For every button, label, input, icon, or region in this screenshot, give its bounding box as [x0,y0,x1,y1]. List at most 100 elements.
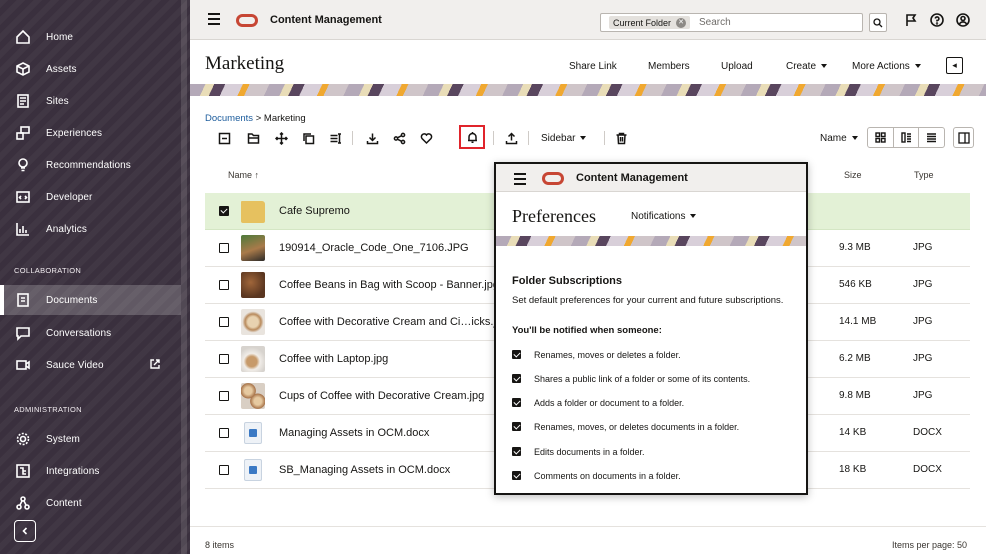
file-size: 546 KB [839,279,872,290]
file-name[interactable]: Coffee with Decorative Cream and Ci…icks… [279,316,508,328]
sidebar-item-content[interactable]: Content [0,488,181,518]
search-scope-label: Current Folder [613,17,672,28]
notifications-dropdown[interactable]: Notifications [631,211,697,222]
file-name[interactable]: Coffee Beans in Bag with Scoop - Banner.… [279,279,499,291]
list-view-button[interactable] [919,128,944,147]
share-icon[interactable] [389,128,409,148]
file-name[interactable]: Managing Assets in OCM.docx [279,427,429,439]
more-actions-label: More Actions [852,61,910,72]
upload-button[interactable]: Upload [721,61,753,72]
word-document-icon [244,422,262,444]
word-document-icon [244,459,262,481]
conversations-icon [14,324,32,342]
trash-icon[interactable] [611,128,631,148]
option-label: Edits documents in a folder. [534,447,645,457]
row-checkbox[interactable] [219,243,229,253]
members-button[interactable]: Members [648,61,690,72]
sidebar-item-documents[interactable]: Documents [0,285,181,315]
sidebar-item-developer[interactable]: Developer [0,182,181,212]
subscribe-bell-icon[interactable] [459,125,485,149]
help-icon[interactable] [929,12,945,28]
file-name[interactable]: Cups of Coffee with Decorative Cream.jpg [279,390,484,402]
row-checkbox[interactable] [219,317,229,327]
decorative-banner [190,84,986,96]
image-thumbnail [241,383,265,409]
grid-view-button[interactable] [868,128,894,147]
option-checkbox[interactable] [512,350,521,359]
sidebar-item-label: Integrations [46,465,100,477]
option-checkbox[interactable] [512,374,521,383]
row-checkbox[interactable] [219,428,229,438]
file-type: DOCX [913,464,942,475]
more-actions-dropdown[interactable]: More Actions [852,61,921,72]
detailed-list-view-button[interactable] [894,128,920,147]
file-name[interactable]: Cafe Supremo [279,205,350,217]
sidebar-item-conversations[interactable]: Conversations [0,318,181,348]
sidebar-item-experiences[interactable]: Experiences [0,118,181,148]
page-title: Marketing [205,53,285,74]
file-name[interactable]: 190914_Oracle_Code_One_7106.JPG [279,242,469,254]
upload-icon[interactable] [501,128,521,148]
option-checkbox[interactable] [512,422,521,431]
hamburger-menu-icon[interactable] [208,13,220,25]
row-checkbox[interactable] [219,206,229,216]
rename-icon[interactable] [325,128,345,148]
sidebar-item-home[interactable]: Home [0,22,181,52]
collapse-sidebar-button[interactable] [14,520,36,542]
select-all-icon[interactable] [214,128,234,148]
items-per-page[interactable]: Items per page: 50 [892,540,967,550]
external-link-icon[interactable] [149,358,161,370]
preferences-popup: Content Management Preferences Notificat… [494,162,808,495]
download-icon[interactable] [362,128,382,148]
create-dropdown[interactable]: Create [786,61,828,72]
clear-scope-icon[interactable]: ✕ [676,17,687,28]
sidebar-item-label: Assets [46,63,77,75]
chevron-down-icon [821,64,828,69]
search-button[interactable] [869,13,887,32]
search-scope-chip[interactable]: Current Folder ✕ [609,16,691,29]
sidebar-dropdown[interactable]: Sidebar [541,133,587,144]
file-name[interactable]: SB_Managing Assets in OCM.docx [279,464,450,476]
user-avatar-icon[interactable] [955,12,971,28]
info-panel-button[interactable] [953,127,974,148]
flag-icon[interactable] [903,12,919,28]
file-name[interactable]: Coffee with Laptop.jpg [279,353,388,365]
option-label: Renames, moves or deletes a folder. [534,350,681,360]
type-column-header[interactable]: Type [914,170,934,180]
file-size: 6.2 MB [839,353,871,364]
option-label: Shares a public link of a folder or some… [534,374,751,384]
size-column-header[interactable]: Size [844,170,862,180]
create-label: Create [786,61,817,72]
sidebar-scrollbar[interactable] [181,0,187,554]
search-input[interactable]: Current Folder ✕ Search [600,13,863,32]
toggle-panel-button[interactable]: ◂ [946,57,963,74]
sidebar-item-sauce-video[interactable]: Sauce Video [0,350,181,380]
open-folder-icon[interactable] [243,128,263,148]
option-checkbox[interactable] [512,447,521,456]
copy-icon[interactable] [298,128,318,148]
sidebar-item-assets[interactable]: Assets [0,54,181,84]
share-link-button[interactable]: Share Link [569,61,617,72]
preferences-title: Preferences [512,206,596,226]
row-checkbox[interactable] [219,354,229,364]
move-icon[interactable] [271,128,291,148]
option-checkbox[interactable] [512,398,521,407]
option-checkbox[interactable] [512,471,521,480]
breadcrumb-current: Marketing [263,113,306,124]
breadcrumb-documents[interactable]: Documents [205,113,253,124]
row-checkbox[interactable] [219,465,229,475]
favorite-icon[interactable] [416,128,436,148]
row-checkbox[interactable] [219,391,229,401]
sidebar-item-integrations[interactable]: Integrations [0,456,181,486]
recommendations-icon [14,156,32,174]
sidebar-item-analytics[interactable]: Analytics [0,214,181,244]
option-label: Comments on documents in a folder. [534,471,681,481]
sidebar-item-sites[interactable]: Sites [0,86,181,116]
sort-dropdown[interactable]: Name [820,133,858,144]
name-column-header[interactable]: Name ↑ [228,170,259,180]
sidebar-item-system[interactable]: System [0,424,181,454]
sidebar-item-recommendations[interactable]: Recommendations [0,150,181,180]
file-size: 9.3 MB [839,242,871,253]
hamburger-menu-icon[interactable] [514,173,526,185]
row-checkbox[interactable] [219,280,229,290]
